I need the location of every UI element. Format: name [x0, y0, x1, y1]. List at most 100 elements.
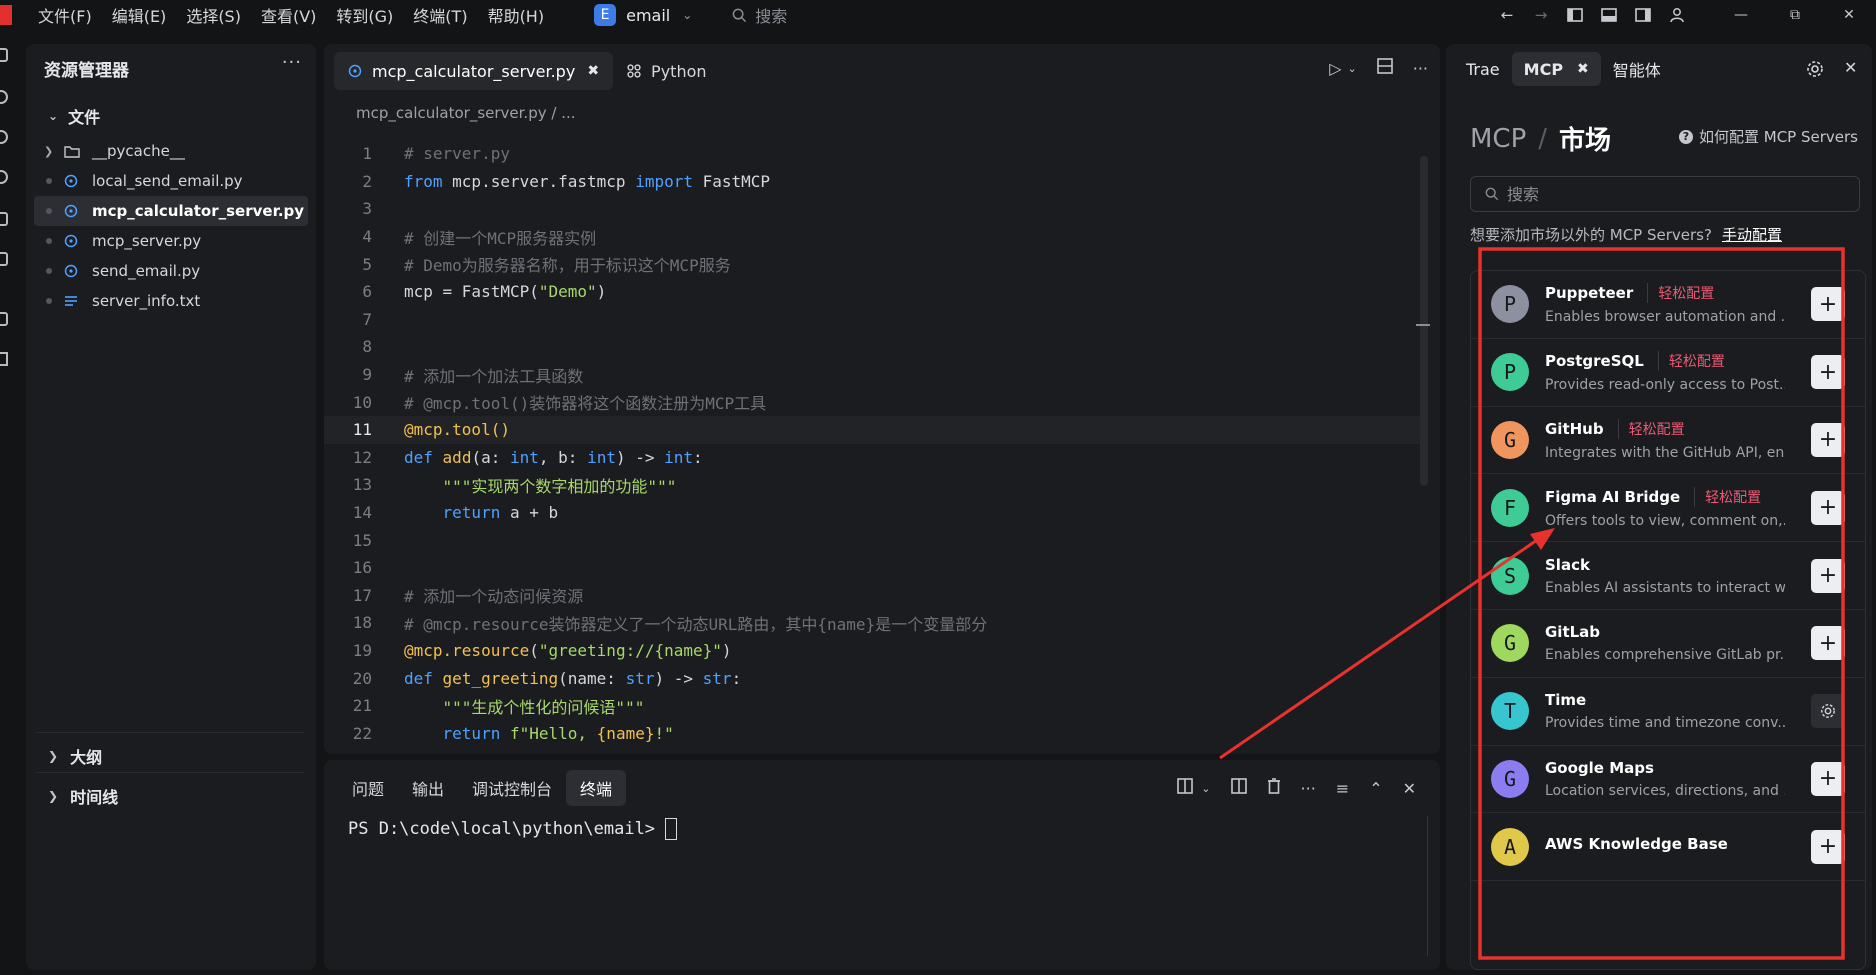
tree-item[interactable]: server_info.txt	[34, 286, 308, 316]
howto-link[interactable]: ? 如何配置 MCP Servers	[1678, 126, 1858, 147]
gear-icon[interactable]	[1806, 60, 1824, 82]
minimize-icon[interactable]: —	[1714, 0, 1768, 30]
server-item[interactable]: F Figma AI Bridge 轻松配置 Offers tools to view…	[1471, 474, 1865, 543]
tab-output[interactable]: 输出	[398, 770, 458, 806]
close-window-icon[interactable]: ✕	[1822, 0, 1876, 30]
breadcrumb[interactable]: mcp_calculator_server.py / ...	[356, 104, 576, 122]
add-server-button[interactable]: +	[1811, 829, 1845, 864]
chevron-up-icon[interactable]: ⌃	[1369, 779, 1382, 798]
menu-goto[interactable]: 转到(G)	[336, 3, 393, 27]
split-editor-icon[interactable]	[1376, 58, 1393, 78]
code-line[interactable]: 19 @mcp.resource("greeting://{name}")	[324, 637, 1424, 665]
close-icon[interactable]: ✕	[1844, 58, 1857, 77]
tree-item[interactable]: mcp_server.py	[34, 226, 308, 256]
menu-terminal[interactable]: 终端(T)	[413, 3, 467, 27]
code-line[interactable]: 3	[324, 195, 1424, 223]
run-debug-icon[interactable]	[0, 170, 8, 184]
menu-file[interactable]: 文件(F)	[38, 3, 92, 27]
tab-problems[interactable]: 问题	[338, 770, 398, 806]
manual-config-link[interactable]: 手动配置	[1722, 226, 1782, 244]
account-icon[interactable]	[1660, 0, 1694, 30]
new-terminal-icon[interactable]	[1177, 778, 1194, 798]
remote-icon[interactable]	[0, 252, 8, 266]
code-line[interactable]: 11 @mcp.tool()	[324, 415, 1424, 444]
code-line[interactable]: 9 # 添加一个加法工具函数	[324, 361, 1424, 389]
tab-mcp-calculator-server[interactable]: mcp_calculator_server.py ✖	[334, 52, 614, 90]
more-icon[interactable]: ···	[282, 52, 302, 73]
code-line[interactable]: 7	[324, 306, 1424, 334]
workspace-selector[interactable]: E email ⌄	[594, 4, 692, 26]
tab-python[interactable]: Python	[613, 52, 720, 90]
code-line[interactable]: 10 # @mcp.tool()装饰器将这个函数注册为MCP工具	[324, 388, 1424, 416]
add-server-button[interactable]: +	[1811, 355, 1845, 390]
tree-item[interactable]: send_email.py	[34, 256, 308, 286]
title-search[interactable]: 搜索	[732, 3, 787, 27]
code-line[interactable]: 2 from mcp.server.fastmcp import FastMCP	[324, 168, 1424, 196]
more-icon[interactable]: ···	[1413, 59, 1428, 78]
code-line[interactable]: 8	[324, 333, 1424, 361]
close-icon[interactable]: ✖	[1577, 61, 1589, 77]
add-server-button[interactable]: +	[1811, 287, 1845, 322]
code-line[interactable]: 1 # server.py	[324, 140, 1424, 168]
toggle-secondary-sidebar-icon[interactable]	[1626, 0, 1660, 30]
menu-select[interactable]: 选择(S)	[186, 3, 241, 27]
code-editor[interactable]: 1 # server.py 2 from mcp.server.fastmcp imp…	[324, 140, 1424, 747]
server-item[interactable]: G GitHub 轻松配置 Integrates with the GitHub AP…	[1471, 407, 1865, 475]
server-item[interactable]: P Puppeteer 轻松配置 Enables browser automation…	[1471, 271, 1865, 339]
terminal-scrollbar[interactable]	[1427, 816, 1428, 956]
tab-agent[interactable]: 智能体	[1601, 52, 1673, 86]
editor-scrollbar[interactable]	[1420, 156, 1428, 486]
server-settings-button[interactable]	[1811, 694, 1845, 729]
source-control-icon[interactable]	[0, 130, 8, 144]
add-server-button[interactable]: +	[1811, 626, 1845, 661]
testing-icon[interactable]	[0, 352, 8, 366]
extensions-icon[interactable]	[0, 312, 8, 326]
menu-view[interactable]: 查看(V)	[261, 3, 316, 27]
forward-arrow-icon[interactable]: →	[1524, 0, 1558, 30]
code-line[interactable]: 22 return f"Hello, {name}!"	[324, 719, 1424, 747]
code-line[interactable]: 20 def get_greeting(name: str) -> str:	[324, 664, 1424, 692]
code-line[interactable]: 4 # 创建一个MCP服务器实例	[324, 223, 1424, 251]
server-item[interactable]: A AWS Knowledge Base +	[1471, 813, 1865, 882]
tree-item[interactable]: mcp_calculator_server.py	[34, 196, 308, 226]
more-icon[interactable]: ···	[1301, 779, 1316, 798]
chevron-down-icon[interactable]: ⌄	[1201, 782, 1210, 795]
explorer-icon[interactable]	[0, 48, 8, 62]
tab-terminal[interactable]: 终端	[566, 770, 627, 806]
server-item[interactable]: G GitLab Enables comprehensive GitLab pr..…	[1471, 610, 1865, 678]
code-line[interactable]: 21 """生成个性化的问候语"""	[324, 692, 1424, 720]
back-arrow-icon[interactable]: ←	[1490, 0, 1524, 30]
code-line[interactable]: 12 def add(a: int, b: int) -> int:	[324, 444, 1424, 472]
menu-help[interactable]: 帮助(H)	[488, 3, 545, 27]
timeline-section[interactable]: ❯ 时间线	[36, 772, 304, 818]
tab-mcp[interactable]: MCP ✖	[1511, 52, 1601, 86]
tree-item[interactable]: local_send_email.py	[34, 166, 308, 196]
mcp-search-input[interactable]	[1507, 184, 1827, 204]
server-item[interactable]: S Slack Enables AI assistants to interact …	[1471, 542, 1865, 610]
chevron-down-icon[interactable]: ⌄	[1348, 62, 1357, 75]
bug-icon[interactable]	[0, 212, 8, 226]
code-line[interactable]: 5 # Demo为服务器名称，用于标识这个MCP服务	[324, 250, 1424, 278]
tab-debug-console[interactable]: 调试控制台	[458, 770, 566, 806]
code-line[interactable]: 17 # 添加一个动态问候资源	[324, 582, 1424, 610]
tab-trae[interactable]: Trae	[1454, 52, 1512, 86]
code-line[interactable]: 16	[324, 554, 1424, 582]
tree-item[interactable]: ❯ __pycache__	[34, 136, 308, 166]
code-line[interactable]: 14 return a + b	[324, 499, 1424, 527]
settings-sliders-icon[interactable]: ≡	[1336, 779, 1349, 798]
server-item[interactable]: G Google Maps Location services, direction…	[1471, 746, 1865, 814]
server-item[interactable]: P PostgreSQL 轻松配置 Provides read-only access…	[1471, 339, 1865, 407]
toggle-panel-icon[interactable]	[1592, 0, 1626, 30]
server-item[interactable]: T Time Provides time and timezone conv...	[1471, 678, 1865, 746]
code-line[interactable]: 18 # @mcp.resource装饰器定义了一个动态URL路由，其中{name…	[324, 609, 1424, 637]
code-line[interactable]: 6 mcp = FastMCP("Demo")	[324, 278, 1424, 306]
menu-edit[interactable]: 编辑(E)	[112, 3, 167, 27]
add-server-button[interactable]: +	[1811, 422, 1845, 457]
run-icon[interactable]: ▷	[1329, 59, 1341, 78]
terminal-prompt[interactable]: PS D:\code\local\python\email>	[348, 818, 678, 840]
files-section-header[interactable]: ⌄ 文件	[48, 104, 100, 128]
code-line[interactable]: 13 """实现两个数字相加的功能"""	[324, 471, 1424, 499]
toggle-sidebar-icon[interactable]	[1558, 0, 1592, 30]
close-icon[interactable]: ✖	[587, 63, 599, 79]
add-server-button[interactable]: +	[1811, 761, 1845, 796]
